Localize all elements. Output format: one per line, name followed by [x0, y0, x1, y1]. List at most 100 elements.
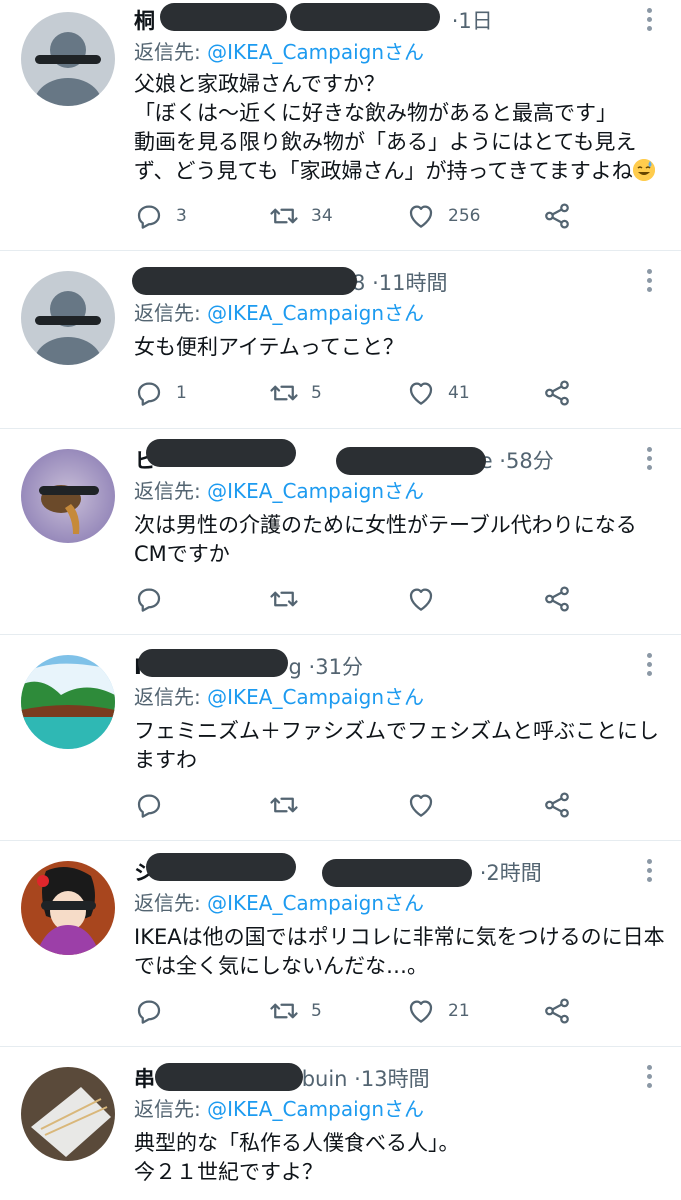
reply-button[interactable]: 1: [134, 376, 187, 410]
reply-to: 返信先: @IKEA_Campaignさん: [134, 1097, 425, 1121]
retweet-count: 5: [311, 1001, 322, 1021]
tweet-actions: 3 34 256: [134, 199, 584, 233]
redaction-bar: [146, 853, 296, 881]
retweet-icon: [270, 797, 298, 813]
display-name[interactable]: 桐: [134, 9, 155, 33]
like-button[interactable]: 21: [406, 994, 470, 1028]
sweat-smile-emoji: [632, 159, 655, 181]
more-vertical-icon[interactable]: [645, 447, 653, 473]
retweet-count: 34: [311, 206, 333, 226]
like-count: 256: [448, 206, 481, 226]
timestamp[interactable]: 2時間: [486, 861, 541, 885]
tweet-text: フェミニズム＋ファシズムでフェシズムと呼ぶことにし ますわ: [134, 719, 659, 772]
redaction-bar: [290, 3, 440, 31]
retweet-button[interactable]: [269, 582, 299, 616]
heart-icon: [409, 382, 433, 405]
tweet-actions: [134, 788, 584, 822]
heart-icon: [409, 794, 433, 817]
timestamp[interactable]: 11時間: [379, 271, 448, 295]
tweet-text: 父娘と家政婦さんですか？ 「ぼくは〜近くに好きな飲み物があると最高です」 動画を…: [134, 70, 664, 186]
mention-link[interactable]: @IKEA_Campaignさん: [207, 479, 424, 503]
avatar[interactable]: [21, 861, 115, 955]
share-icon: [545, 203, 569, 229]
tweet-actions: 1 5 41: [134, 376, 584, 410]
mention-link[interactable]: @IKEA_Campaignさん: [207, 301, 424, 325]
reply-button[interactable]: 3: [134, 199, 187, 233]
retweet-button[interactable]: [269, 788, 299, 822]
display-name[interactable]: 串: [134, 1067, 155, 1091]
avatar[interactable]: [21, 655, 115, 749]
like-button[interactable]: [406, 788, 436, 822]
redaction-bar: [155, 1063, 303, 1091]
more-vertical-icon[interactable]: [645, 8, 653, 34]
share-button[interactable]: [542, 199, 572, 233]
reply-to: 返信先: @IKEA_Campaignさん: [134, 685, 425, 709]
reply-count: 1: [176, 383, 187, 403]
timestamp[interactable]: 13時間: [361, 1067, 430, 1091]
heart-icon: [409, 205, 433, 228]
share-icon: [545, 586, 569, 612]
mention-link[interactable]: @IKEA_Campaignさん: [207, 685, 424, 709]
mention-link[interactable]: @IKEA_Campaignさん: [207, 40, 424, 64]
like-button[interactable]: [406, 582, 436, 616]
avatar[interactable]: [21, 449, 115, 543]
retweet-button[interactable]: 5: [269, 376, 322, 410]
tweet[interactable]: I g ·31分 返信先: @IKEA_Campaignさん フェミニズム＋ファ…: [0, 635, 681, 841]
reply-to: 返信先: @IKEA_Campaignさん: [134, 479, 425, 503]
like-count: 41: [448, 383, 470, 403]
share-button[interactable]: [542, 788, 572, 822]
mention-link[interactable]: @IKEA_Campaignさん: [207, 1097, 424, 1121]
reply-button[interactable]: [134, 788, 164, 822]
reply-button[interactable]: [134, 994, 164, 1028]
avatar[interactable]: [21, 271, 115, 365]
heart-icon: [409, 588, 433, 611]
retweet-icon: [270, 1003, 298, 1019]
like-button[interactable]: 41: [406, 376, 470, 410]
retweet-icon: [270, 208, 298, 224]
share-icon: [545, 380, 569, 406]
retweet-button[interactable]: 5: [269, 994, 322, 1028]
more-vertical-icon[interactable]: [645, 653, 653, 679]
reply-count: 3: [176, 206, 187, 226]
redaction-bar: [132, 267, 357, 295]
timestamp[interactable]: 58分: [506, 449, 554, 473]
reply-to: 返信先: @IKEA_Campaignさん: [134, 301, 425, 325]
mention-link[interactable]: @IKEA_Campaignさん: [207, 891, 424, 915]
like-button[interactable]: 256: [406, 199, 480, 233]
redaction-bar: [336, 447, 486, 475]
share-button[interactable]: [542, 994, 572, 1028]
reply-button[interactable]: [134, 582, 164, 616]
more-vertical-icon[interactable]: [645, 1065, 653, 1091]
share-button[interactable]: [542, 376, 572, 410]
user-handle[interactable]: g: [289, 655, 302, 679]
avatar[interactable]: [21, 1067, 115, 1161]
share-button[interactable]: [542, 582, 572, 616]
more-vertical-icon[interactable]: [645, 859, 653, 885]
reply-to: 返信先: @IKEA_Campaignさん: [134, 40, 425, 64]
retweet-count: 5: [311, 383, 322, 403]
tweet[interactable]: 桐 ·1日 返信先: @IKEA_Campaignさん 父娘と家政婦さんですか？…: [0, 0, 681, 251]
like-count: 21: [448, 1001, 470, 1021]
tweet[interactable]: シ ·2時間 返信先: @IKEA_Campaignさん IKEAは他の国ではポ…: [0, 841, 681, 1047]
tweet-actions: 5 21: [134, 994, 584, 1028]
user-handle[interactable]: buin: [302, 1067, 348, 1091]
reply-icon: [137, 382, 161, 406]
heart-icon: [409, 1000, 433, 1023]
more-vertical-icon[interactable]: [645, 269, 653, 295]
retweet-button[interactable]: 34: [269, 199, 333, 233]
timestamp[interactable]: 1日: [458, 9, 492, 33]
timestamp[interactable]: 31分: [315, 655, 363, 679]
tweet-text: 典型的な「私作る人僕食べる人」。 今２１世紀ですよ？: [134, 1131, 460, 1184]
retweet-icon: [270, 591, 298, 607]
retweet-icon: [270, 385, 298, 401]
share-icon: [545, 792, 569, 818]
tweet-actions: [134, 582, 584, 616]
redaction-bar: [160, 3, 287, 31]
tweet[interactable]: ヒ e ·58分 返信先: @IKEA_Campaignさん 次は男性の介護のた…: [0, 429, 681, 635]
tweet[interactable]: 8 ·11時間 返信先: @IKEA_Campaignさん 女も便利アイテムって…: [0, 251, 681, 429]
tweet-text: 女も便利アイテムってこと？: [134, 335, 404, 359]
reply-icon: [137, 588, 161, 612]
redaction-bar: [322, 859, 472, 887]
tweet[interactable]: 串 buin ·13時間 返信先: @IKEA_Campaignさん 典型的な「…: [0, 1047, 681, 1200]
avatar[interactable]: [21, 12, 115, 106]
